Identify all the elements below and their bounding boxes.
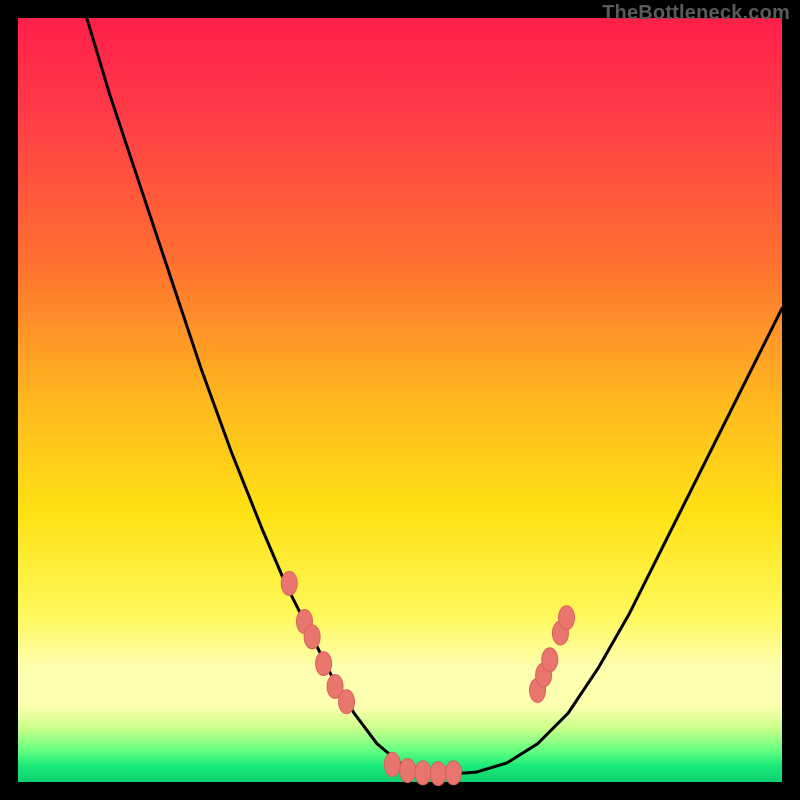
curve-marker [415, 761, 431, 785]
chart-frame: TheBottleneck.com [0, 0, 800, 800]
curve-marker [430, 762, 446, 786]
curve-marker [281, 571, 297, 595]
curve-markers [281, 571, 574, 785]
watermark-text: TheBottleneck.com [602, 2, 790, 25]
curve-marker [400, 759, 416, 783]
chart-svg [18, 18, 782, 782]
curve-marker [384, 752, 400, 776]
curve-marker [304, 625, 320, 649]
curve-marker [316, 652, 332, 676]
bottleneck-curve [87, 18, 782, 774]
curve-marker [445, 761, 461, 785]
plot-area [18, 18, 782, 782]
curve-marker [542, 648, 558, 672]
curve-marker [339, 690, 355, 714]
curve-marker [559, 606, 575, 630]
